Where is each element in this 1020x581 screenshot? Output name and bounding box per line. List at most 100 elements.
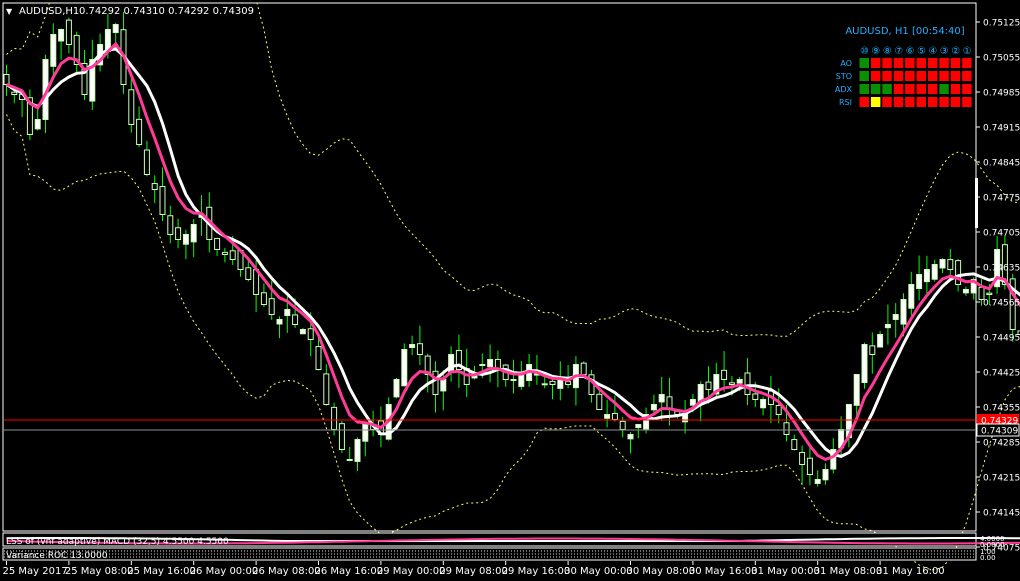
dashboard-cell <box>859 71 869 81</box>
dashboard-timeframe: ① <box>963 46 972 57</box>
candle <box>861 342 868 389</box>
candle-body <box>822 469 829 481</box>
candle-body <box>136 118 143 146</box>
candle-body <box>744 372 751 396</box>
dashboard-timeframe: ⑧ <box>883 46 892 57</box>
candle-body <box>331 406 338 431</box>
candle-body <box>167 215 174 236</box>
candle-body <box>65 19 72 45</box>
price-tick-label: 0.74705 <box>983 229 1020 239</box>
candle <box>338 420 345 453</box>
candle-body <box>416 343 423 355</box>
bid-price-label: 0.74309 <box>981 427 1018 437</box>
candle-body <box>962 289 969 294</box>
dashboard-cell <box>962 97 972 107</box>
candle-body <box>916 274 923 290</box>
price-tick-label: 0.74495 <box>983 334 1020 344</box>
price-tick-label: 0.74425 <box>983 369 1020 379</box>
candle-body <box>432 370 439 396</box>
time-tick-label: 30 May 16:00 <box>689 566 758 577</box>
time-tick-label: 29 May 00:00 <box>377 566 446 577</box>
dashboard-cell <box>916 71 926 81</box>
roc-title: Variance ROC 13.0000 <box>6 551 108 561</box>
candle-body <box>705 381 712 391</box>
time-tick-label: 26 May 16:00 <box>315 566 384 577</box>
time-tick-label: 26 May 08:00 <box>252 566 321 577</box>
candle-body <box>34 119 41 130</box>
candle-body <box>151 183 158 190</box>
candle-body <box>3 74 10 85</box>
chart-ohlc: 0.74292 0.74310 0.74292 0.74309 <box>79 6 254 17</box>
candle-body <box>58 29 65 42</box>
dashboard-cell <box>916 97 926 107</box>
candle-body <box>923 269 930 283</box>
dashboard-row-label: ADX <box>835 85 853 94</box>
candle-body <box>947 259 954 271</box>
dashboard-row-label: STO <box>836 72 852 81</box>
time-tick-label: 29 May 08:00 <box>439 566 508 577</box>
dashboard-timeframe: ⑨ <box>871 46 880 57</box>
dashboard-cell <box>927 71 938 81</box>
dashboard-cell <box>870 71 881 81</box>
price-tick-label: 0.75125 <box>983 19 1020 29</box>
candle-body <box>931 264 938 280</box>
roc-subwindow[interactable]: Variance ROC 13.0000 1.00 0.00 <box>2 547 996 562</box>
candle-body <box>440 379 447 392</box>
dashboard-cell <box>939 84 949 94</box>
candle-body <box>596 393 603 411</box>
dashboard-cell <box>916 84 926 94</box>
dashboard-cell <box>962 71 972 81</box>
candle-body <box>775 405 782 415</box>
candle-body <box>892 314 899 320</box>
candle-body <box>736 379 743 384</box>
candle-body <box>728 382 735 385</box>
candle-body <box>245 267 252 281</box>
candle <box>393 377 400 399</box>
price-tick-label: 0.74915 <box>983 124 1020 134</box>
time-tick-label: 25 May 16:00 <box>127 566 196 577</box>
candle-body <box>487 359 494 368</box>
candle-body <box>190 224 197 243</box>
dashboard-timeframe: ⑦ <box>894 46 903 57</box>
price-tick-label: 0.74565 <box>983 299 1020 309</box>
time-tick-label: 30 May 08:00 <box>627 566 696 577</box>
time-tick-label: 31 May 00:00 <box>751 566 820 577</box>
candle-body <box>791 439 798 450</box>
dashboard-cell <box>939 58 949 68</box>
scroll-handle[interactable] <box>975 178 978 228</box>
trading-chart[interactable]: ▼ AUDUSD,H1 0.74292 0.74310 0.74292 0.74… <box>0 0 1020 581</box>
candle-body <box>128 89 135 125</box>
dashboard-cell <box>882 97 892 107</box>
candle-body <box>869 345 876 356</box>
dashboard-cell <box>882 58 892 68</box>
time-tick-label: 25 May 08:00 <box>65 566 134 577</box>
dashboard-timeframe: ⑤ <box>917 46 926 57</box>
price-tick-label: 0.74775 <box>983 194 1020 204</box>
candle-body <box>284 309 291 317</box>
dashboard-cell <box>859 58 869 68</box>
dashboard-cell <box>950 58 961 68</box>
dashboard-cell <box>893 84 904 94</box>
dashboard-cell <box>962 84 972 94</box>
dashboard-cell <box>870 97 881 107</box>
dashboard-cell <box>882 71 892 81</box>
dashboard-cell <box>950 97 961 107</box>
candle-body <box>565 381 572 385</box>
roc-scale-bottom: 0.00 <box>980 554 996 562</box>
candle-body <box>159 186 166 216</box>
candle-body <box>799 451 806 465</box>
chart-menu-icon[interactable]: ▼ <box>6 7 13 16</box>
time-tick-label: 30 May 00:00 <box>564 566 633 577</box>
candle-body <box>783 422 790 436</box>
candle-body <box>814 479 821 484</box>
candle-body <box>650 404 657 411</box>
candle-body <box>549 380 556 386</box>
dashboard-cell <box>859 97 869 107</box>
candle-body <box>806 457 813 476</box>
candle-body <box>338 423 345 451</box>
dashboard-timeframe: ⑥ <box>906 46 915 57</box>
price-tick-label: 0.74215 <box>983 474 1020 484</box>
candle-body <box>884 324 891 329</box>
candle-body <box>112 24 119 33</box>
dashboard-cell <box>893 97 904 107</box>
